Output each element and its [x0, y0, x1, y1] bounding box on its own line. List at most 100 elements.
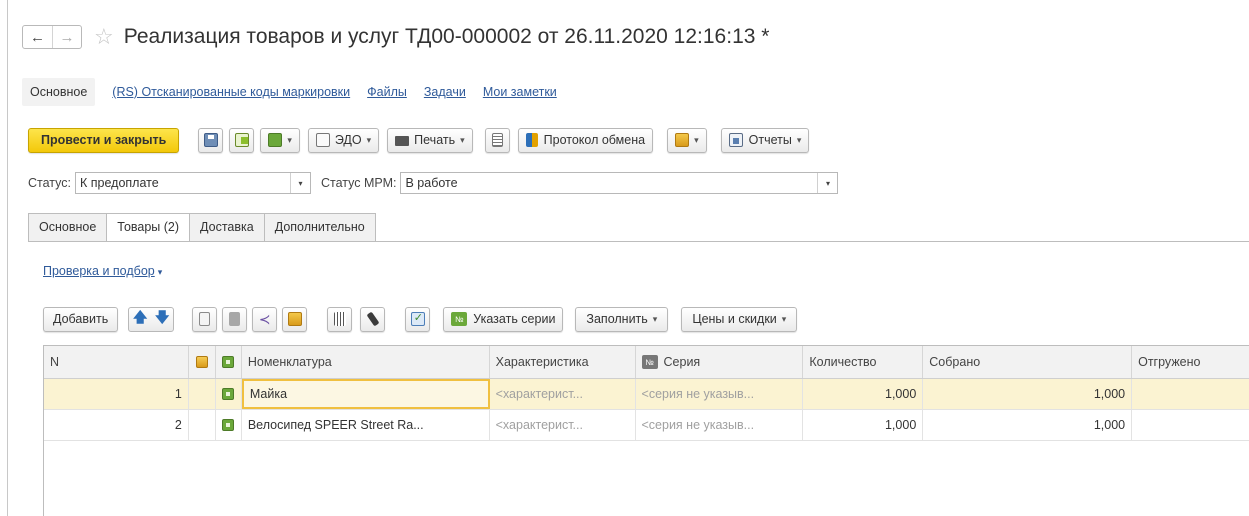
column-series[interactable]: № Серия: [636, 346, 804, 378]
tab-additional[interactable]: Дополнительно: [263, 213, 376, 241]
row-marking-cell: [216, 379, 242, 409]
characteristic-cell[interactable]: <характерист...: [490, 410, 636, 440]
table-header: N Номенклатура Характеристика № Серия Кол…: [44, 346, 1249, 379]
paste-icon: [229, 312, 241, 326]
add-row-button[interactable]: Добавить: [43, 306, 119, 332]
column-characteristic[interactable]: Характеристика: [490, 346, 636, 378]
title-bar: ← → ☆ Реализация товаров и услуг ТД00-00…: [22, 22, 769, 52]
section-notes[interactable]: Мои заметки: [483, 85, 557, 99]
tab-main[interactable]: Основное: [28, 213, 108, 241]
chevron-down-icon[interactable]: ▾: [290, 173, 310, 193]
scanner-button[interactable]: [360, 306, 386, 332]
save-icon: [203, 133, 218, 147]
section-files[interactable]: Файлы: [367, 85, 407, 99]
move-row-buttons: 🡅 🡇: [128, 306, 175, 332]
column-nomenclature[interactable]: Номенклатура: [242, 346, 490, 378]
marking-icon: [222, 356, 235, 368]
favorite-star-icon[interactable]: ☆: [94, 26, 114, 48]
edo-icon: [315, 133, 330, 147]
barcode-button[interactable]: [327, 306, 353, 332]
chevron-down-icon[interactable]: ▾: [817, 173, 837, 193]
status-row: Статус: К предоплате ▾ Статус МРМ: В раб…: [28, 172, 839, 194]
column-quantity[interactable]: Количество: [803, 346, 924, 378]
move-up-arrow-icon[interactable]: 🡅: [129, 308, 151, 331]
goods-table: N Номенклатура Характеристика № Серия Кол…: [43, 345, 1249, 516]
tab-delivery[interactable]: Доставка: [189, 213, 265, 241]
create-based-icon: [268, 133, 283, 147]
structure-button[interactable]: [484, 127, 510, 153]
row-generate-cell: [189, 410, 216, 440]
shipped-cell[interactable]: [1132, 410, 1249, 440]
series-cell[interactable]: <серия не указыв...: [636, 379, 804, 409]
chevron-down-icon: ▾: [781, 313, 787, 324]
check-and-select-link[interactable]: Проверка и подбор ▾: [43, 264, 162, 278]
forward-button[interactable]: →: [52, 26, 81, 48]
number-badge-icon: №: [451, 312, 468, 326]
save-button[interactable]: [198, 127, 224, 153]
number-badge-icon: №: [641, 355, 658, 369]
shipped-cell[interactable]: [1132, 379, 1249, 409]
navigation-group: ← →: [22, 25, 82, 49]
row-marking-cell: [216, 410, 242, 440]
create-based-on-button[interactable]: ▾: [260, 127, 300, 153]
collected-cell[interactable]: 1,000: [923, 379, 1133, 409]
series-cell[interactable]: <серия не указыв...: [636, 410, 804, 440]
chevron-down-icon: ▾: [460, 134, 465, 145]
column-marking[interactable]: [216, 346, 242, 378]
move-down-arrow-icon[interactable]: 🡇: [151, 308, 173, 331]
column-generate[interactable]: [189, 346, 216, 378]
edo-button[interactable]: ЭДО ▾: [307, 127, 380, 153]
row-number: 2: [44, 410, 189, 440]
status-select[interactable]: К предоплате ▾: [75, 172, 311, 194]
prices-discounts-button[interactable]: Цены и скидки ▾: [681, 306, 798, 332]
reports-button[interactable]: Отчеты ▾: [720, 127, 810, 153]
characteristic-cell[interactable]: <характерист...: [490, 379, 636, 409]
post-button[interactable]: [229, 127, 255, 153]
quantity-cell[interactable]: 1,000: [803, 379, 924, 409]
check-button[interactable]: [405, 306, 431, 332]
nomenclature-cell[interactable]: Майка: [241, 379, 490, 409]
section-tasks[interactable]: Задачи: [424, 85, 466, 99]
collected-cell[interactable]: 1,000: [923, 410, 1133, 440]
set-series-button[interactable]: № Указать серии: [443, 306, 564, 332]
generate-icon: [287, 312, 302, 326]
section-main[interactable]: Основное: [22, 78, 96, 106]
exchange-protocol-button[interactable]: Протокол обмена: [517, 127, 654, 153]
generate-rows-button[interactable]: [282, 306, 308, 332]
column-shipped[interactable]: Отгружено: [1132, 346, 1249, 378]
section-scanned-codes[interactable]: (RS) Отсканированные коды маркировки: [112, 85, 350, 99]
command-bar: Провести и закрыть ▾ ЭДО ▾ Печать ▾ Проток…: [28, 127, 810, 153]
chevron-down-icon: ▾: [694, 134, 699, 145]
fill-label: Заполнить: [586, 312, 648, 326]
scanner-icon: [366, 311, 380, 327]
print-button[interactable]: Печать ▾: [387, 127, 473, 153]
table-row[interactable]: 2 Велосипед SPEER Street Ra... <характер…: [44, 410, 1249, 441]
check-document-icon: [410, 311, 425, 326]
column-n[interactable]: N: [44, 346, 189, 378]
paste-button[interactable]: [222, 306, 248, 332]
fill-button[interactable]: Заполнить ▾: [575, 306, 669, 332]
table-row[interactable]: 1 Майка <характерист... <серия не указыв…: [44, 379, 1249, 410]
mrm-status-select[interactable]: В работе ▾: [400, 172, 839, 194]
chevron-down-icon: ▾: [652, 313, 658, 324]
row-number: 1: [44, 379, 189, 409]
check-and-select-label: Проверка и подбор: [43, 264, 155, 278]
nomenclature-cell[interactable]: Велосипед SPEER Street Ra...: [242, 410, 490, 440]
chevron-down-icon: ▾: [796, 134, 802, 145]
copy-button[interactable]: [192, 306, 218, 332]
exchange-protocol-label: Протокол обмена: [543, 133, 646, 147]
post-and-close-button[interactable]: Провести и закрыть: [28, 127, 180, 153]
copy-icon: [199, 312, 211, 326]
column-collected[interactable]: Собрано: [923, 346, 1133, 378]
set-series-label: Указать серии: [473, 312, 556, 326]
post-document-icon: [234, 133, 249, 147]
tab-bar: Основное Товары (2) Доставка Дополнитель…: [28, 213, 376, 242]
status-value: К предоплате: [80, 176, 159, 190]
reports-label: Отчеты: [748, 133, 792, 147]
quantity-cell[interactable]: 1,000: [803, 410, 924, 440]
share-button[interactable]: ≺: [252, 306, 278, 332]
tab-goods[interactable]: Товары (2): [106, 213, 191, 242]
exchange-icon: [525, 133, 538, 147]
back-button[interactable]: ←: [23, 26, 52, 48]
generate-button[interactable]: ▾: [667, 127, 707, 153]
